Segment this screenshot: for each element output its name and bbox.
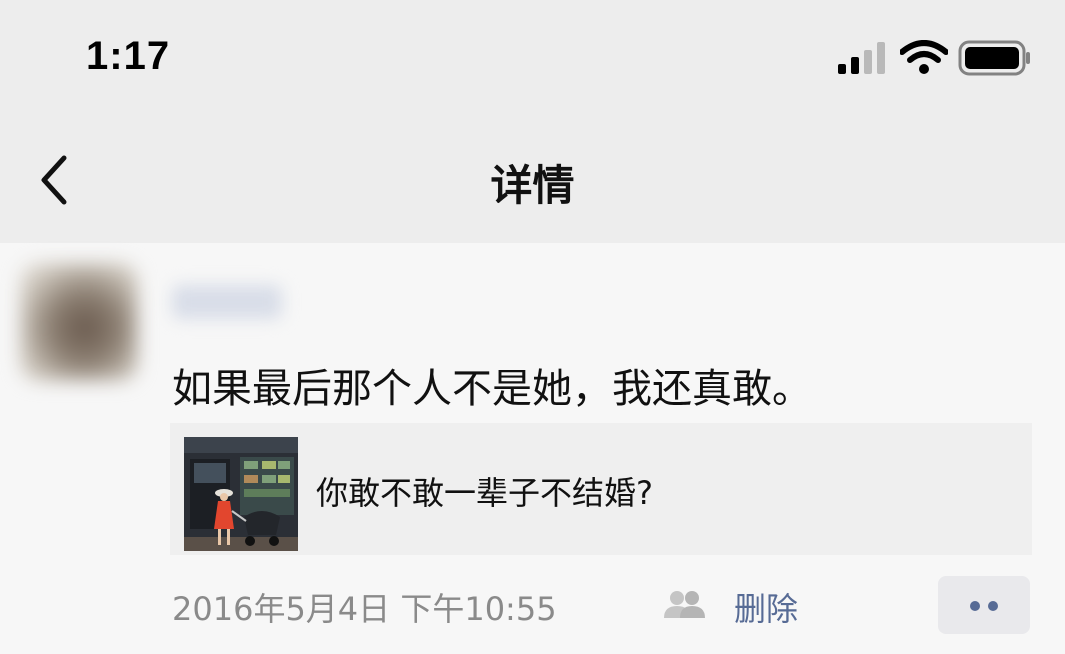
shared-article-title: 你敢不敢一辈子不结婚? bbox=[316, 474, 653, 512]
post-text: 如果最后那个人不是她，我还真敢。 bbox=[172, 366, 812, 412]
cellular-signal-icon bbox=[838, 42, 885, 74]
page-title: 详情 bbox=[490, 161, 575, 210]
delete-link[interactable]: 删除 bbox=[734, 584, 798, 630]
more-dots-icon bbox=[970, 601, 980, 611]
battery-icon bbox=[958, 40, 1030, 76]
friends-icon[interactable] bbox=[662, 590, 706, 618]
avatar[interactable] bbox=[20, 263, 138, 381]
article-thumbnail bbox=[184, 437, 298, 551]
moment-detail: 如果最后那个人不是她，我还真敢。 你敢不敢一辈子不结婚? 2016年5月4日 下… bbox=[0, 243, 1065, 654]
wifi-icon bbox=[900, 40, 948, 74]
username-blurred[interactable] bbox=[172, 285, 282, 319]
top-bar: 1:17 详情 bbox=[0, 0, 1065, 243]
post-timestamp: 2016年5月4日 下午10:55 bbox=[172, 590, 557, 628]
more-actions-button[interactable] bbox=[938, 576, 1030, 634]
more-dots-icon bbox=[988, 601, 998, 611]
shared-article-card[interactable]: 你敢不敢一辈子不结婚? bbox=[170, 423, 1032, 555]
status-time: 1:17 bbox=[86, 34, 171, 78]
